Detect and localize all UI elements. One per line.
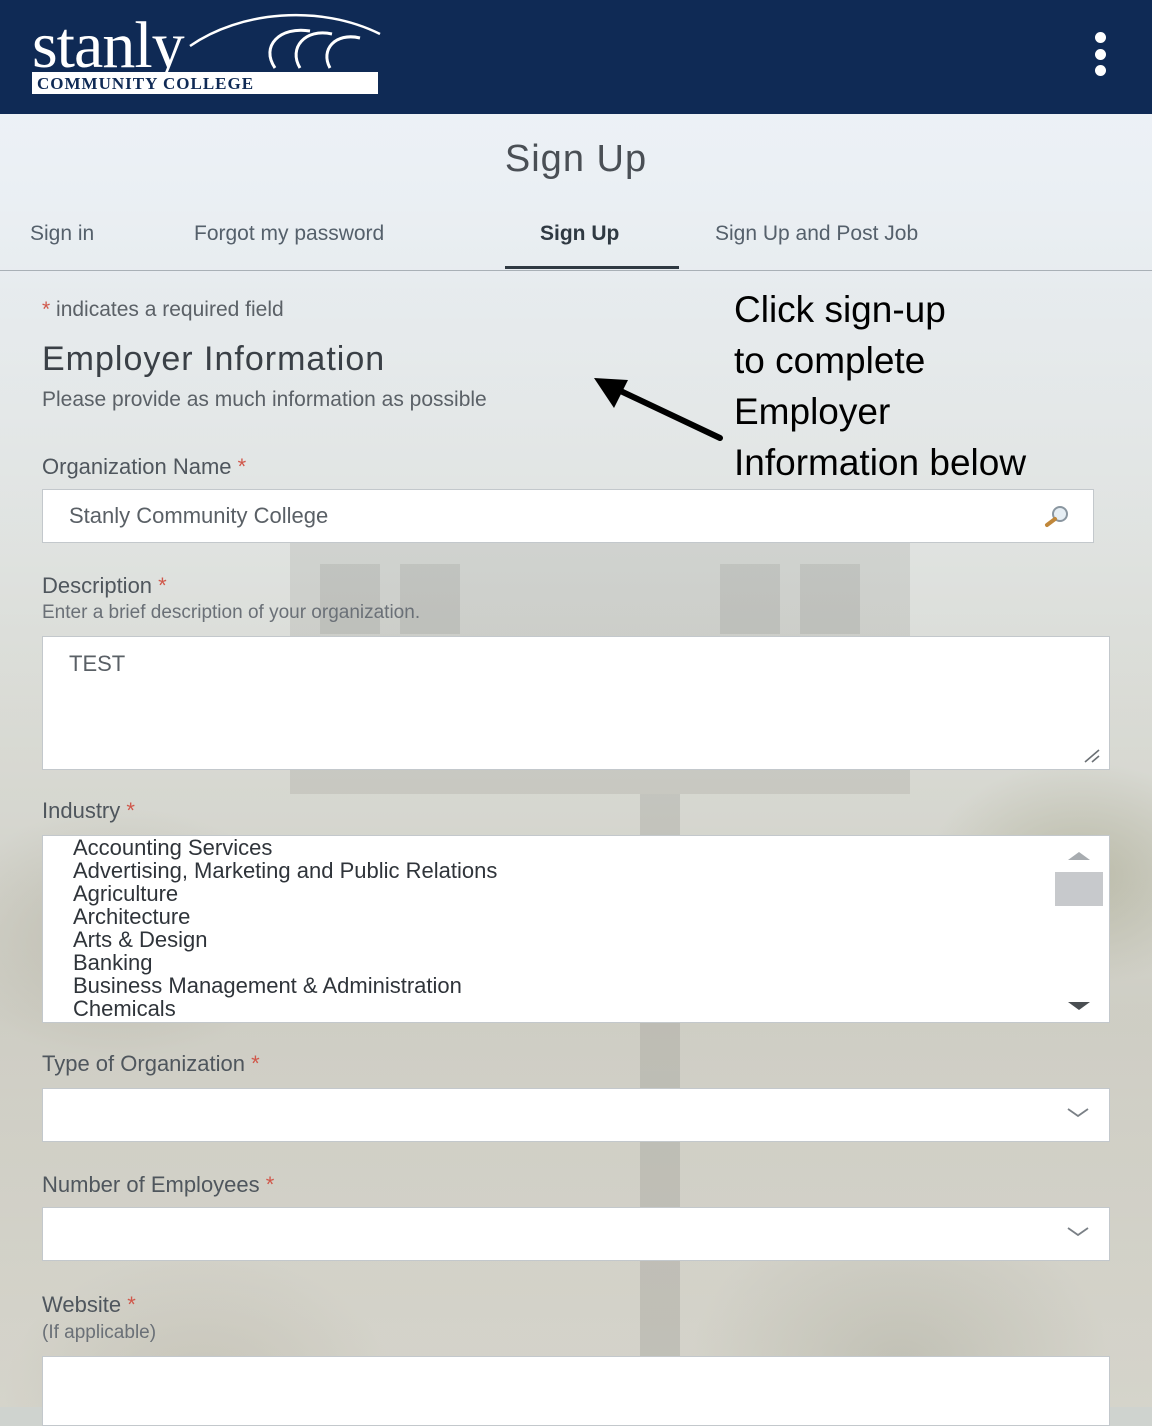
- list-item[interactable]: Advertising, Marketing and Public Relati…: [73, 859, 1053, 882]
- active-tab-indicator: [505, 266, 679, 269]
- org-name-input[interactable]: [43, 490, 1093, 542]
- scroll-up-icon[interactable]: [1068, 852, 1090, 860]
- list-item[interactable]: Accounting Services: [73, 836, 1053, 859]
- tab-sign-in[interactable]: Sign in: [30, 214, 94, 270]
- logo-subtitle: COMMUNITY COLLEGE: [32, 72, 378, 94]
- main-content: Sign Up Sign in Forgot my password Sign …: [0, 114, 1152, 1426]
- industry-options: Accounting Services Advertising, Marketi…: [73, 836, 1053, 1020]
- list-item[interactable]: Agriculture: [73, 882, 1053, 905]
- tab-sign-up[interactable]: Sign Up: [540, 214, 619, 270]
- org-name-label: Organization Name *: [42, 454, 246, 480]
- website-label: Website *: [42, 1292, 136, 1318]
- callout-arrow-icon: [594, 378, 723, 441]
- description-hint: Enter a brief description of your organi…: [42, 602, 421, 623]
- callout-line: Click sign-up: [734, 289, 946, 330]
- employees-select[interactable]: [42, 1207, 1110, 1261]
- required-star: *: [251, 1051, 260, 1076]
- college-logo[interactable]: stanly COMMUNITY COLLEGE: [30, 8, 390, 96]
- org-type-label-text: Type of Organization: [42, 1051, 246, 1076]
- industry-listbox[interactable]: Accounting Services Advertising, Marketi…: [42, 835, 1110, 1023]
- required-field-note: * indicates a required field: [42, 298, 284, 322]
- menu-dot: [1094, 32, 1106, 43]
- instruction-callout: Click sign-up to complete Employer Infor…: [734, 284, 1134, 488]
- industry-label: Industry *: [42, 798, 135, 824]
- required-star: *: [237, 454, 247, 479]
- required-star: *: [158, 573, 167, 598]
- callout-line: Information below: [734, 442, 1027, 483]
- top-header: stanly COMMUNITY COLLEGE: [0, 0, 1152, 114]
- scroll-thumb[interactable]: [1055, 872, 1103, 906]
- list-item[interactable]: Arts & Design: [73, 928, 1053, 951]
- logo-wordmark: stanly: [32, 9, 185, 82]
- org-type-select[interactable]: [42, 1088, 1110, 1142]
- employees-label-text: Number of Employees: [42, 1172, 260, 1197]
- required-star: *: [42, 298, 51, 321]
- menu-dot: [1094, 48, 1106, 60]
- description-label-text: Description: [42, 573, 153, 598]
- tab-forgot-password[interactable]: Forgot my password: [194, 214, 384, 270]
- website-hint: (If applicable): [42, 1322, 157, 1343]
- required-star: *: [126, 798, 135, 823]
- org-type-label: Type of Organization *: [42, 1051, 260, 1077]
- website-label-text: Website: [42, 1292, 122, 1317]
- website-field: [42, 1356, 1110, 1426]
- required-note-text: indicates a required field: [50, 298, 284, 321]
- chevron-down-icon: [1067, 1108, 1089, 1118]
- description-label: Description *: [42, 573, 167, 599]
- website-input[interactable]: [43, 1357, 1109, 1425]
- list-item[interactable]: Chemicals: [73, 997, 1053, 1020]
- section-title: Employer Information: [42, 340, 386, 378]
- callout-line: to complete: [734, 340, 926, 381]
- tab-sign-up-post-job[interactable]: Sign Up and Post Job: [715, 214, 918, 270]
- org-name-label-text: Organization Name: [42, 454, 232, 479]
- logo-swoosh-icon: [189, 13, 381, 69]
- description-textarea[interactable]: TEST: [43, 637, 1109, 769]
- required-star: *: [127, 1292, 136, 1317]
- kebab-menu-icon[interactable]: [1088, 32, 1112, 76]
- list-item[interactable]: Business Management & Administration: [73, 974, 1053, 997]
- resize-grip-icon[interactable]: [1081, 745, 1101, 763]
- industry-scrollbar[interactable]: [1055, 842, 1103, 1018]
- employees-label: Number of Employees *: [42, 1172, 274, 1198]
- menu-dot: [1094, 65, 1106, 76]
- scroll-down-icon[interactable]: [1068, 1002, 1090, 1010]
- auth-tabs: Sign in Forgot my password Sign Up Sign …: [0, 214, 1152, 271]
- page-title: Sign Up: [504, 138, 648, 180]
- list-item[interactable]: Architecture: [73, 905, 1053, 928]
- org-name-field: [42, 489, 1094, 543]
- section-subtitle: Please provide as much information as po…: [42, 388, 487, 411]
- list-item[interactable]: Banking: [73, 951, 1053, 974]
- required-star: *: [265, 1172, 275, 1197]
- chevron-down-icon: [1067, 1227, 1089, 1237]
- search-icon[interactable]: [1043, 504, 1071, 528]
- callout-line: Employer: [734, 391, 891, 432]
- description-field: TEST: [42, 636, 1110, 770]
- industry-label-text: Industry: [42, 798, 121, 823]
